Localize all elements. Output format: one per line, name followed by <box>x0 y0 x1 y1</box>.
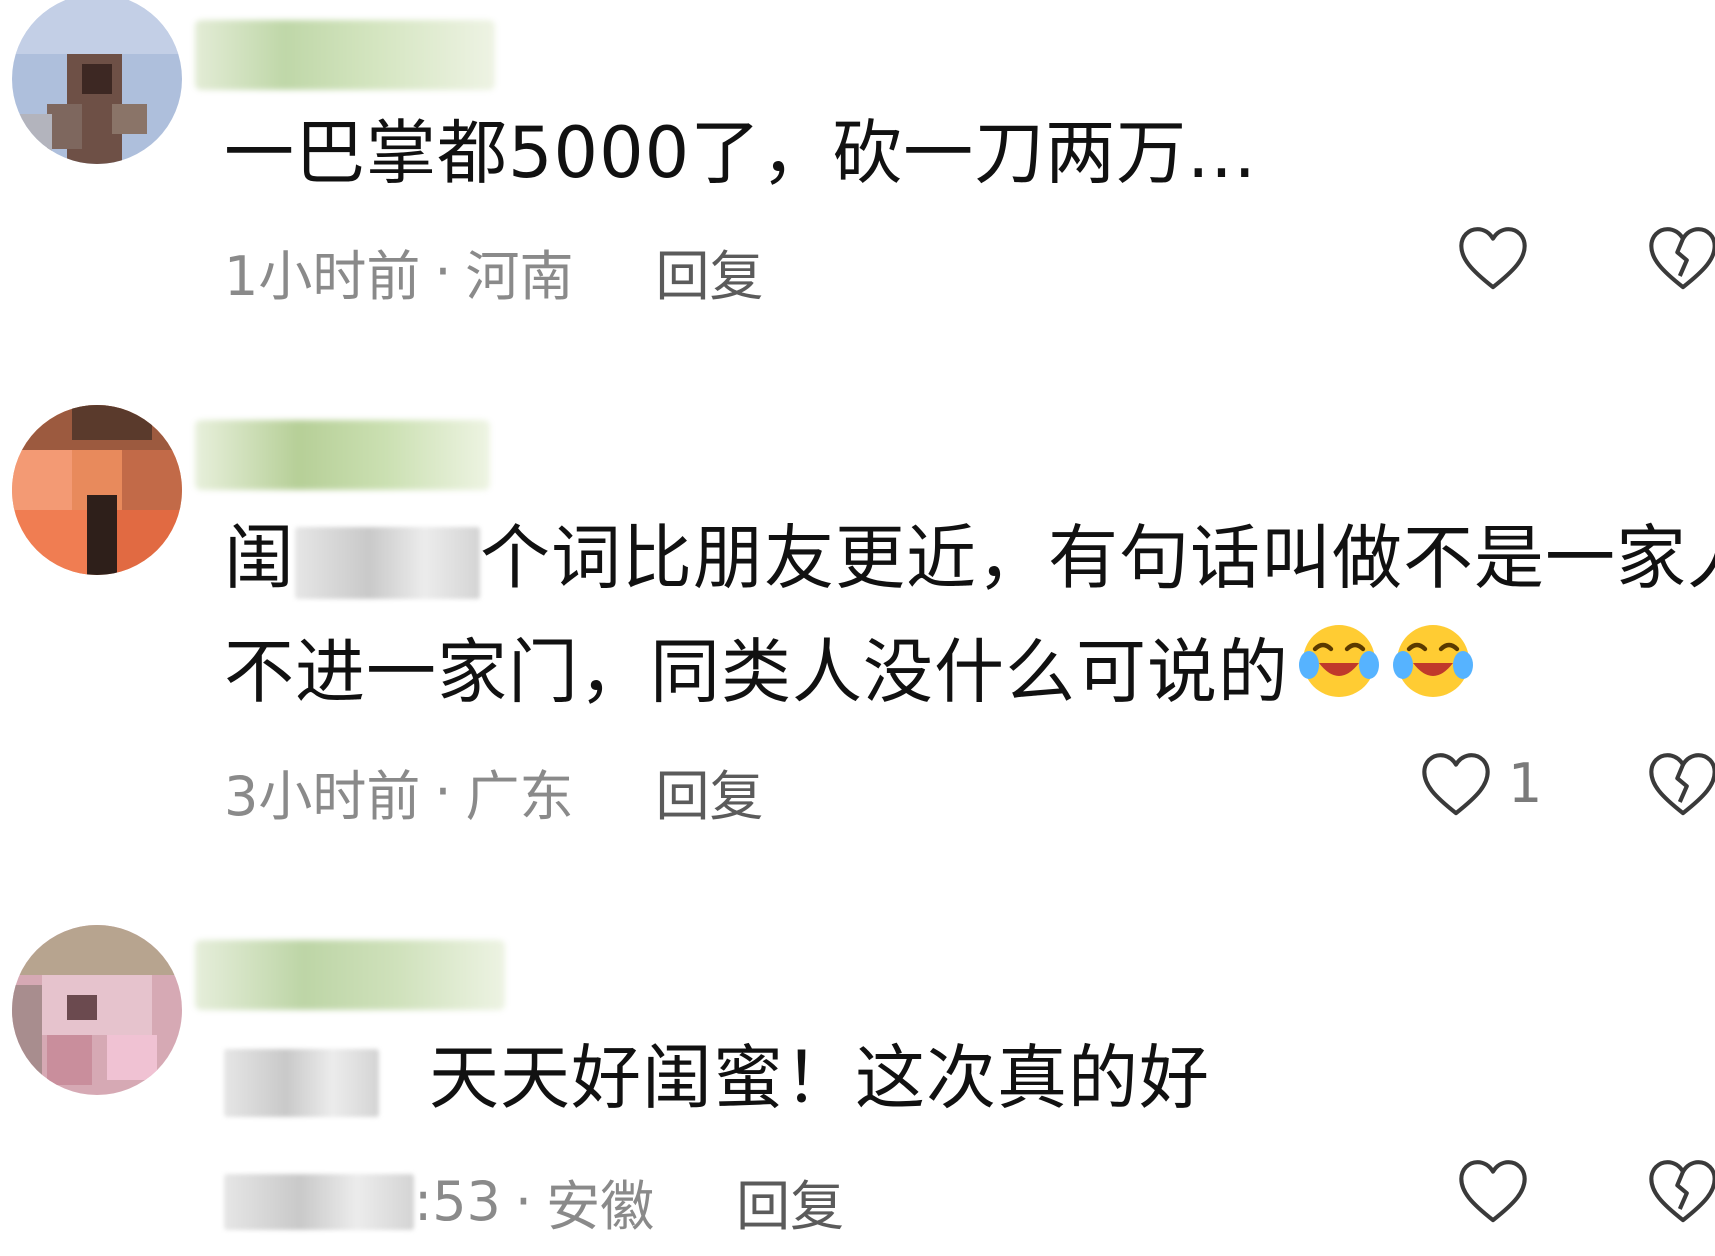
comment-text-body: 天天好闺蜜！这次真的好 <box>429 1037 1210 1119</box>
like-button[interactable] <box>1455 1155 1545 1225</box>
meta-separator: · <box>514 1170 533 1233</box>
username-blurred[interactable] <box>195 20 495 90</box>
avatar-image <box>12 0 182 164</box>
comment-meta: 1小时前 · 河南 回复 <box>224 232 764 311</box>
avatar[interactable] <box>12 405 182 575</box>
comment-text-line-2: 不进一家门，同类人没什么可说的 <box>224 614 1477 735</box>
avatar-image <box>12 405 182 575</box>
comment-region: 河南 <box>465 245 574 308</box>
comment-time: 1小时前 <box>224 245 421 308</box>
username-blurred[interactable] <box>195 420 490 490</box>
reply-button[interactable]: 回复 <box>736 1162 844 1241</box>
like-button[interactable] <box>1455 222 1545 292</box>
avatar-image <box>12 925 182 1095</box>
comment-text: 一巴掌都5000了，砍一刀两万... <box>224 112 1257 194</box>
reply-button[interactable]: 回复 <box>656 752 764 831</box>
crying-laughing-emoji <box>1389 619 1477 735</box>
comment-text-line-2-body: 不进一家门，同类人没什么可说的 <box>224 631 1289 713</box>
username-blurred[interactable] <box>195 940 505 1010</box>
comment-text-start: 闺 <box>224 517 295 599</box>
redacted-time-patch <box>224 1173 414 1230</box>
broken-heart-icon <box>1649 753 1715 816</box>
avatar[interactable] <box>12 925 182 1095</box>
crying-laughing-emoji-icon <box>1393 624 1473 697</box>
redacted-text-patch <box>224 1048 379 1117</box>
like-button[interactable]: 1 <box>1418 748 1542 818</box>
comment-text-continued: 个词比朋友更近，有句话叫做不是一家人 <box>480 517 1715 599</box>
comment-meta: 3小时前 · 广东 回复 <box>224 752 764 831</box>
meta-separator: · <box>434 240 452 303</box>
heart-outline-icon <box>1459 1160 1527 1223</box>
redacted-text-patch <box>295 526 480 599</box>
comment-region: 安徽 <box>546 1175 655 1238</box>
reply-button[interactable]: 回复 <box>656 232 764 311</box>
comment-text: 天天好闺蜜！这次真的好 <box>224 1020 1210 1136</box>
broken-heart-icon <box>1649 1160 1715 1223</box>
broken-heart-icon <box>1649 227 1715 290</box>
meta-separator: · <box>434 760 452 823</box>
like-count: 1 <box>1508 751 1543 815</box>
comment-time: :53 <box>414 1170 501 1233</box>
heart-outline-icon <box>1422 753 1490 816</box>
comment-time: 3小时前 <box>224 765 421 828</box>
dislike-button[interactable] <box>1645 222 1715 292</box>
heart-outline-icon <box>1459 227 1527 290</box>
comment-region: 广东 <box>465 765 574 828</box>
dislike-button[interactable] <box>1645 1155 1715 1225</box>
dislike-button[interactable] <box>1645 748 1715 818</box>
crying-laughing-emoji-icon <box>1299 624 1379 697</box>
comment-text: 闺 个词比朋友更近，有句话叫做不是一家人 <box>224 500 1715 616</box>
comment-meta: :53 · 安徽 回复 <box>224 1162 844 1241</box>
avatar[interactable] <box>12 0 182 164</box>
crying-laughing-emoji <box>1295 619 1383 735</box>
